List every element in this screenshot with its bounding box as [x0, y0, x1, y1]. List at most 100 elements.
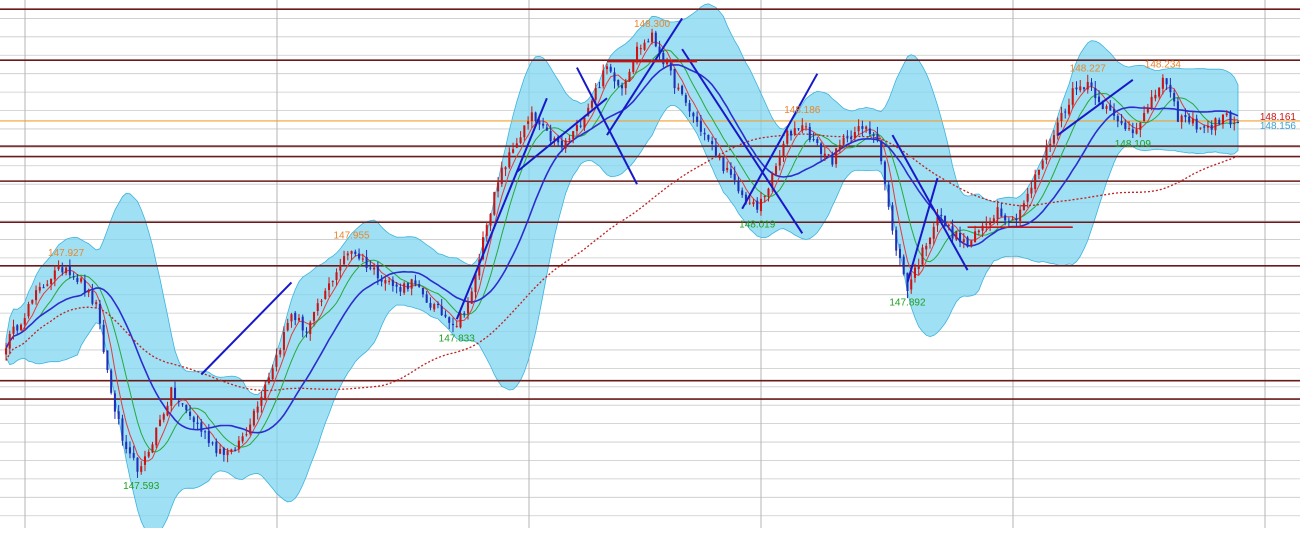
candle-body	[358, 253, 361, 259]
candle-body	[1120, 121, 1123, 124]
candle-body	[974, 231, 977, 243]
candle-body	[823, 153, 826, 156]
candle-body	[722, 157, 725, 172]
candle-body	[350, 251, 353, 254]
candle-body	[1229, 111, 1232, 125]
candle-body	[42, 287, 45, 289]
candle-body	[192, 417, 195, 422]
candle-body	[940, 214, 943, 216]
candle-body	[647, 41, 650, 43]
candle-body	[297, 317, 301, 321]
candle-body	[902, 256, 905, 275]
candle-body	[316, 303, 319, 312]
candle-body	[207, 431, 210, 444]
candle-body	[733, 173, 736, 180]
price-label: 147.833	[439, 334, 476, 345]
candle-body	[365, 257, 368, 269]
candle-body	[72, 276, 75, 278]
candle-body	[512, 149, 515, 153]
candle-body	[643, 42, 646, 50]
candle-body	[158, 419, 162, 426]
candle-body	[1082, 87, 1086, 89]
candle-body	[891, 205, 894, 231]
candle-body	[38, 286, 41, 291]
candle-body	[831, 154, 834, 165]
candle-body	[275, 355, 278, 367]
candle-body	[256, 406, 259, 413]
candle-body	[98, 304, 101, 324]
candle-body	[1233, 123, 1236, 125]
candle-body	[1022, 203, 1025, 211]
candle-body	[57, 265, 60, 270]
candle-body	[1154, 94, 1157, 99]
candle-body	[433, 304, 436, 310]
price-label: 148.019	[739, 219, 776, 230]
candle-body	[519, 137, 522, 144]
candle-body	[1161, 77, 1164, 89]
candle-body	[132, 452, 135, 458]
candle-body	[688, 103, 691, 112]
candle-body	[1049, 143, 1052, 147]
candle-body	[211, 442, 214, 444]
candle-body	[1086, 81, 1089, 90]
candle-body	[267, 377, 270, 383]
candle-body	[726, 167, 729, 171]
candle-body	[1030, 187, 1033, 194]
candle-body	[714, 145, 717, 156]
candle-body	[237, 440, 240, 449]
candle-body	[106, 350, 109, 371]
candle-body	[504, 167, 507, 170]
candle-body	[943, 215, 947, 226]
candle-body	[463, 313, 466, 315]
candle-body	[1150, 96, 1153, 109]
candle-body	[549, 130, 552, 142]
candle-body	[113, 393, 116, 412]
candle-body	[962, 239, 965, 243]
candle-body	[451, 323, 455, 326]
candle-body	[613, 72, 616, 82]
candle-body	[1203, 126, 1206, 128]
candle-body	[677, 87, 680, 90]
candle-body	[1188, 116, 1191, 123]
candle-body	[850, 136, 853, 140]
candle-body	[301, 316, 304, 331]
candle-body	[380, 279, 383, 282]
candle-body	[61, 267, 64, 273]
candle-body	[632, 61, 635, 73]
candle-body	[173, 387, 177, 400]
candle-body	[1165, 78, 1168, 85]
candle-body	[876, 134, 879, 141]
candle-body	[35, 290, 38, 301]
candle-body	[816, 139, 819, 144]
candle-body	[666, 62, 669, 65]
candle-body	[1143, 112, 1146, 122]
candle-body	[1045, 146, 1048, 160]
candle-body	[181, 403, 184, 405]
price-label: 148.300	[634, 19, 671, 30]
candle-body	[497, 182, 500, 192]
candle-body	[910, 279, 913, 290]
candle-body	[1214, 118, 1217, 131]
candle-body	[1135, 129, 1138, 134]
candle-body	[429, 303, 432, 308]
candle-body	[230, 449, 233, 453]
candle-body	[805, 126, 808, 128]
candle-body	[12, 326, 15, 334]
candle-body	[1184, 115, 1187, 118]
candle-body	[1191, 118, 1194, 124]
candle-body	[87, 290, 90, 293]
price-label: 147.927	[48, 248, 85, 259]
candle-body	[624, 80, 627, 89]
candle-body	[1019, 209, 1022, 221]
candle-body	[418, 284, 421, 287]
candle-body	[151, 444, 154, 453]
candle-body	[1007, 220, 1010, 222]
candle-body	[857, 126, 860, 132]
candle-body	[31, 299, 34, 304]
candle-body	[718, 157, 721, 159]
candle-body	[1173, 93, 1176, 102]
candle-body	[737, 180, 740, 192]
candle-body	[568, 138, 571, 140]
candle-body	[801, 125, 804, 131]
candle-body	[444, 314, 447, 317]
